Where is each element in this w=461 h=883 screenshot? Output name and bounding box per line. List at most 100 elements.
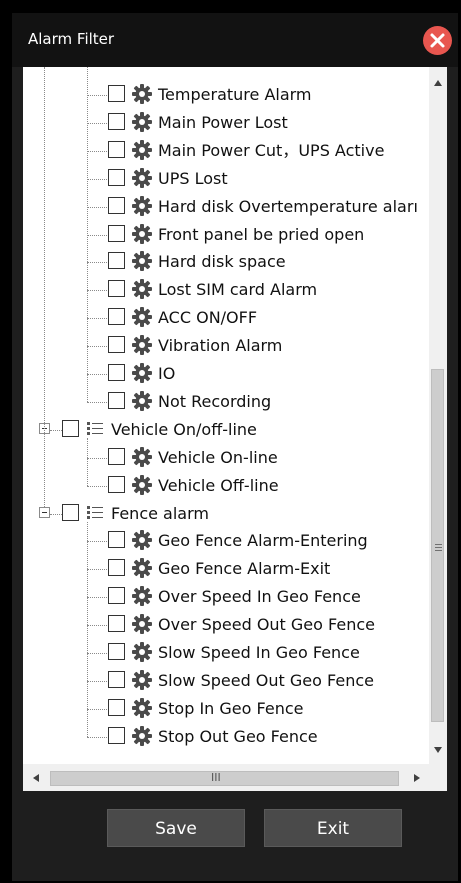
tree-connector <box>87 569 109 571</box>
checkbox[interactable] <box>108 559 125 577</box>
tree-item-row[interactable]: Hard disk Overtemperature aları <box>23 193 429 221</box>
tree-connector <box>87 150 109 152</box>
tree-item-row[interactable]: Vibration Alarm <box>23 332 429 360</box>
tree-item-row[interactable]: Geo Fence Alarm-Entering <box>23 527 429 555</box>
tree-item-row[interactable]: Lost SIM card Alarm <box>23 276 429 304</box>
checkbox[interactable] <box>108 587 125 605</box>
checkbox[interactable] <box>108 364 125 381</box>
gear-icon <box>131 697 153 719</box>
tree-item-row[interactable]: Slow Speed Out Geo Fence <box>23 667 429 695</box>
vertical-scroll-thumb[interactable] <box>431 369 444 722</box>
tree-item-row[interactable]: IO <box>23 360 429 388</box>
list-icon <box>87 421 103 437</box>
vertical-scrollbar[interactable] <box>429 67 447 764</box>
tree-item-row[interactable]: Main Power Cut，UPS Active <box>23 137 429 165</box>
gear-icon <box>131 390 153 412</box>
tree-item-label: Vehicle Off-line <box>158 475 279 495</box>
tree-item-row[interactable]: Vehicle Off-line <box>23 472 429 500</box>
gear-icon <box>131 223 153 245</box>
tree-item-label: Slow Speed In Geo Fence <box>158 643 360 662</box>
checkbox[interactable] <box>62 419 79 437</box>
exit-button[interactable]: Exit <box>264 809 402 847</box>
gear-icon <box>131 474 153 496</box>
tree-connector <box>87 262 109 264</box>
tree-connector <box>50 429 62 431</box>
tree-item-label: Over Speed In Geo Fence <box>158 587 361 607</box>
tree-connector <box>87 401 109 403</box>
tree-connector <box>87 437 88 486</box>
gear-icon <box>131 306 153 328</box>
tree-connector <box>87 346 109 348</box>
horizontal-grip: III <box>211 771 221 784</box>
tree-item-row[interactable]: Not Recording <box>23 388 429 416</box>
checkbox[interactable] <box>108 308 125 326</box>
checkbox[interactable] <box>62 503 79 521</box>
checkbox[interactable] <box>108 726 125 744</box>
checkbox[interactable] <box>108 615 125 633</box>
list-icon <box>87 505 103 521</box>
tree-connector <box>87 680 109 682</box>
close-button[interactable] <box>423 26 452 55</box>
tree-item-label: Geo Fence Alarm-Entering <box>158 531 368 551</box>
checkbox[interactable] <box>108 670 125 688</box>
checkbox[interactable] <box>108 252 125 270</box>
tree-item-row[interactable]: Hard disk space <box>23 248 429 276</box>
tree-group-row[interactable]: Fence alarm <box>23 500 429 528</box>
scroll-up-arrow-icon[interactable] <box>433 79 443 87</box>
checkbox[interactable] <box>108 698 125 716</box>
checkbox[interactable] <box>108 224 125 242</box>
tree-item-row[interactable]: Temperature Alarm <box>23 81 429 109</box>
tree-connector <box>87 708 109 710</box>
tree-item-row[interactable]: Over Speed Out Geo Fence <box>23 611 429 639</box>
horizontal-scrollbar[interactable]: III <box>23 764 429 791</box>
gear-icon <box>131 195 153 217</box>
tree-item-row[interactable]: Vehicle On-line <box>23 444 429 472</box>
tree-item-label: Slow Speed Out Geo Fence <box>158 670 374 690</box>
checkbox[interactable] <box>108 475 125 493</box>
tree-item-row[interactable]: Over Speed In Geo Fence <box>23 583 429 611</box>
checkbox[interactable] <box>108 643 125 660</box>
save-button[interactable]: Save <box>107 809 245 847</box>
gear-icon <box>131 334 153 356</box>
scroll-down-arrow-icon[interactable] <box>433 746 443 754</box>
checkbox[interactable] <box>108 168 125 186</box>
tree-item-row[interactable]: ACC ON/OFF <box>23 304 429 332</box>
gear-icon <box>131 725 153 747</box>
checkbox[interactable] <box>108 85 125 102</box>
tree-connector <box>87 485 109 487</box>
grip-line <box>435 547 442 548</box>
tree-item-label: Lost SIM card Alarm <box>158 280 318 300</box>
tree-item-row[interactable]: Slow Speed In Geo Fence <box>23 639 429 667</box>
checkbox[interactable] <box>108 447 125 465</box>
tree-item-row[interactable]: UPS Lost <box>23 165 429 193</box>
checkbox[interactable] <box>108 196 125 214</box>
scroll-left-arrow-icon[interactable] <box>32 773 40 783</box>
title-bar: Alarm Filter <box>12 13 458 67</box>
tree-item-row[interactable]: Main Power Lost <box>23 109 429 137</box>
checkbox[interactable] <box>108 531 125 549</box>
tree-item-label: Over Speed Out Geo Fence <box>158 615 375 635</box>
scroll-right-arrow-icon[interactable] <box>413 773 421 783</box>
gear-icon <box>131 446 153 468</box>
tree-connector <box>87 521 88 737</box>
gear-icon <box>131 83 153 105</box>
tree-item-row[interactable]: Geo Fence Alarm-Exit <box>23 555 429 583</box>
checkbox[interactable] <box>108 391 125 409</box>
tree-connector <box>87 178 109 180</box>
alarm-tree[interactable]: Temperature Alarm Main Power Lost Main Pow… <box>23 67 429 764</box>
tree-item-row[interactable]: Stop In Geo Fence <box>23 695 429 723</box>
tree-item-label: Main Power Lost <box>158 112 288 132</box>
tree-item-label: Temperature Alarm <box>158 85 312 104</box>
tree-item-row[interactable]: Front panel be pried open <box>23 221 429 249</box>
horizontal-scroll-thumb[interactable]: III <box>50 771 399 786</box>
tree-item-label: Not Recording <box>158 391 272 411</box>
collapse-toggle-icon[interactable] <box>39 506 50 518</box>
tree-connector <box>87 67 88 402</box>
tree-group-row[interactable]: Vehicle On/off-line <box>23 416 429 444</box>
tree-item-row[interactable]: Stop Out Geo Fence <box>23 723 429 751</box>
checkbox[interactable] <box>108 112 125 130</box>
checkbox[interactable] <box>108 280 125 298</box>
tree-connector <box>87 374 109 375</box>
checkbox[interactable] <box>108 336 125 354</box>
checkbox[interactable] <box>108 140 125 158</box>
